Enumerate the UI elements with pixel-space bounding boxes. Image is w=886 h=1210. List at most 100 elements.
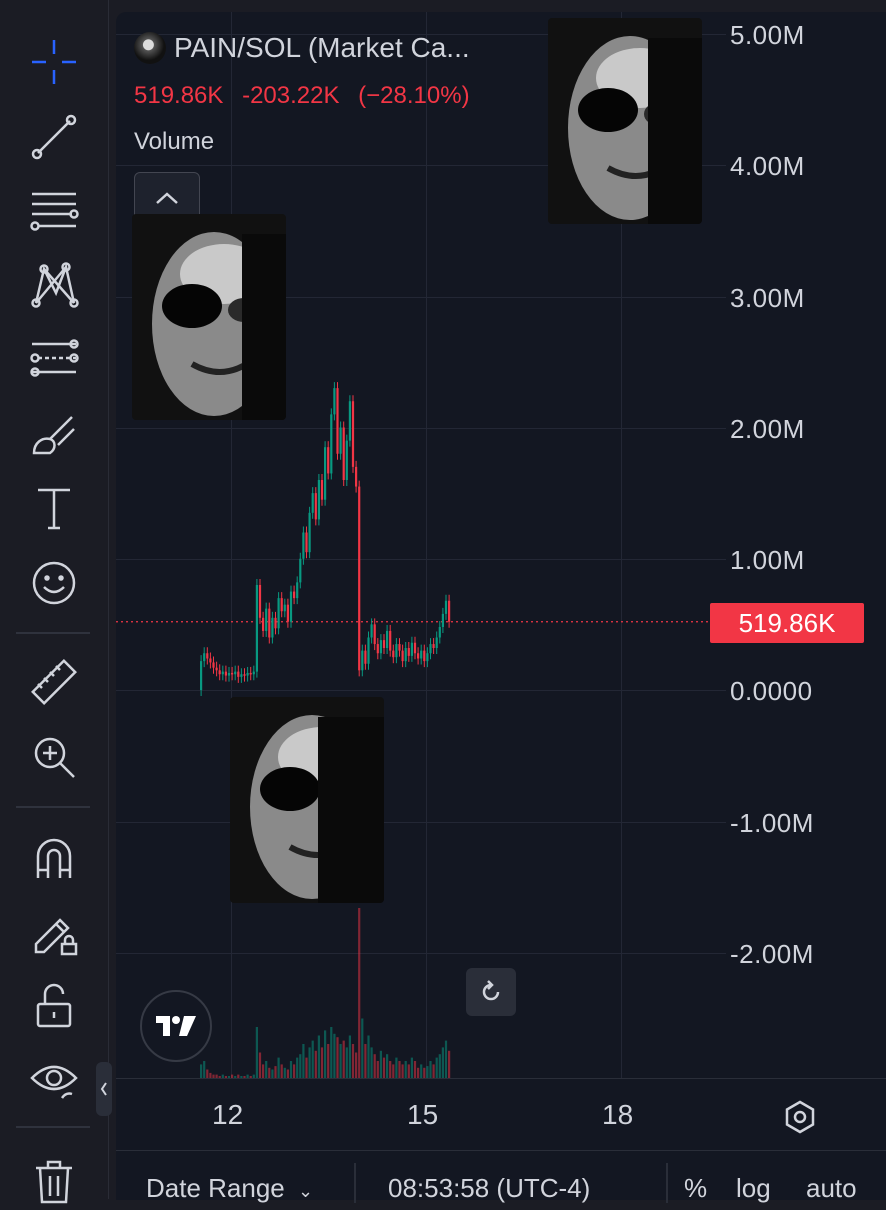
pattern-icon[interactable] bbox=[24, 255, 84, 315]
percent-toggle[interactable]: % bbox=[684, 1173, 707, 1204]
prediction-icon[interactable] bbox=[24, 330, 84, 390]
toolbar-divider bbox=[16, 632, 90, 634]
fib-retracement-icon[interactable] bbox=[24, 180, 84, 240]
candle-body bbox=[209, 658, 212, 663]
candle-body bbox=[342, 427, 345, 480]
volume-bar bbox=[333, 1033, 336, 1078]
candle-body bbox=[215, 667, 218, 671]
volume-bar bbox=[274, 1066, 277, 1078]
trend-line-icon[interactable] bbox=[24, 107, 84, 167]
volume-bar bbox=[410, 1057, 413, 1078]
zoom-in-icon[interactable] bbox=[24, 727, 84, 787]
tradingview-logo[interactable] bbox=[140, 990, 212, 1062]
candle-body bbox=[417, 653, 420, 659]
candle-body bbox=[302, 532, 305, 559]
candle-body bbox=[382, 640, 386, 648]
candle-body bbox=[200, 661, 203, 690]
eye-icon[interactable] bbox=[24, 1048, 84, 1108]
clock-timezone[interactable]: 08:53:58 (UTC-4) bbox=[388, 1173, 590, 1204]
magnet-icon[interactable] bbox=[24, 828, 84, 888]
candle-body bbox=[407, 648, 410, 656]
volume-bar bbox=[324, 1030, 327, 1078]
volume-bar bbox=[382, 1057, 386, 1078]
volume-bar bbox=[299, 1054, 302, 1078]
brush-icon[interactable] bbox=[24, 405, 84, 465]
volume-bar bbox=[302, 1044, 305, 1078]
candle-body bbox=[308, 512, 311, 553]
volume-bar bbox=[364, 1044, 367, 1078]
volume-bar bbox=[296, 1057, 299, 1078]
candle-body bbox=[441, 613, 444, 627]
price-tick-label: 1.00M bbox=[730, 545, 805, 575]
reset-icon bbox=[482, 980, 500, 1001]
text-icon[interactable] bbox=[24, 478, 84, 538]
volume-bar bbox=[426, 1066, 429, 1078]
volume-bar bbox=[441, 1047, 444, 1078]
candle-body bbox=[410, 642, 413, 656]
candle-body bbox=[203, 653, 206, 662]
symbol-legend[interactable]: PAIN/SOL (Market Ca... bbox=[134, 32, 470, 64]
price-tick-label: 2.00M bbox=[730, 414, 805, 444]
emoji-icon[interactable] bbox=[24, 553, 84, 613]
toolbar-divider bbox=[16, 806, 90, 808]
meme-image bbox=[230, 697, 384, 903]
ruler-icon[interactable] bbox=[24, 652, 84, 712]
date-range-dropdown[interactable]: Date Range ⌄ bbox=[146, 1173, 313, 1204]
ohlc-values: 519.86K -203.22K (−28.10%) bbox=[134, 82, 482, 110]
volume-bar bbox=[413, 1061, 417, 1078]
change-value: -203.22K bbox=[242, 82, 340, 109]
reset-chart-button[interactable] bbox=[466, 968, 516, 1016]
lock-drawing-icon[interactable] bbox=[24, 902, 84, 962]
candle-body bbox=[401, 650, 404, 662]
divider bbox=[666, 1163, 668, 1203]
price-scale[interactable]: 5.00M 4.00M 3.00M 2.00M 1.00M 0.0000 -1.… bbox=[710, 12, 886, 1078]
volume-bar bbox=[448, 1050, 451, 1078]
candle-body bbox=[314, 493, 317, 520]
volume-bar bbox=[395, 1057, 398, 1078]
price-tick-label: -2.00M bbox=[730, 939, 814, 969]
settings-hex-icon bbox=[785, 1100, 815, 1134]
volume-bar bbox=[361, 1018, 364, 1078]
time-scale[interactable]: 12 15 18 bbox=[116, 1078, 886, 1151]
volume-bar bbox=[311, 1040, 314, 1078]
volume-bar bbox=[280, 1064, 283, 1078]
candle-body bbox=[324, 447, 327, 500]
candle-body bbox=[376, 644, 379, 654]
volume-bar bbox=[339, 1044, 342, 1078]
volume-legend[interactable]: Volume bbox=[134, 128, 214, 156]
volume-bar bbox=[379, 1050, 382, 1078]
trash-icon[interactable] bbox=[24, 1150, 84, 1210]
auto-toggle[interactable]: auto bbox=[806, 1173, 857, 1204]
meme-image bbox=[132, 214, 286, 420]
price-tick-label: 0.0000 bbox=[730, 676, 813, 706]
volume-bar bbox=[262, 1064, 265, 1078]
log-toggle[interactable]: log bbox=[736, 1173, 771, 1204]
volume-bar bbox=[305, 1057, 308, 1078]
candle-body bbox=[364, 650, 367, 664]
chart-settings-button[interactable] bbox=[780, 1097, 820, 1137]
candle-body bbox=[299, 558, 302, 583]
toolbar-collapse-handle[interactable] bbox=[96, 1062, 112, 1116]
price-tick-label: 4.00M bbox=[730, 151, 805, 181]
volume-bar bbox=[317, 1035, 320, 1078]
candle-body bbox=[265, 608, 268, 631]
candle-body bbox=[398, 644, 401, 651]
candle-body bbox=[283, 604, 286, 612]
price-tick-label: 3.00M bbox=[730, 283, 805, 313]
chart-pane[interactable]: PAIN/SOL (Market Ca... 519.86K -203.22K … bbox=[116, 12, 886, 1150]
volume-bar bbox=[336, 1037, 339, 1078]
candle-body bbox=[296, 582, 299, 599]
lock-icon[interactable] bbox=[24, 976, 84, 1036]
candle-body bbox=[234, 671, 237, 675]
candle-body bbox=[258, 585, 262, 618]
volume-bar bbox=[398, 1061, 401, 1078]
crosshair-icon[interactable] bbox=[24, 32, 84, 92]
candle-body bbox=[373, 624, 376, 645]
volume-bar bbox=[404, 1061, 407, 1078]
candle-body bbox=[262, 617, 265, 631]
volume-bar bbox=[355, 1052, 358, 1078]
candle-body bbox=[268, 608, 271, 638]
last-value: 519.86K bbox=[134, 82, 224, 109]
meme-image bbox=[548, 18, 702, 224]
volume-bar bbox=[268, 1067, 271, 1078]
